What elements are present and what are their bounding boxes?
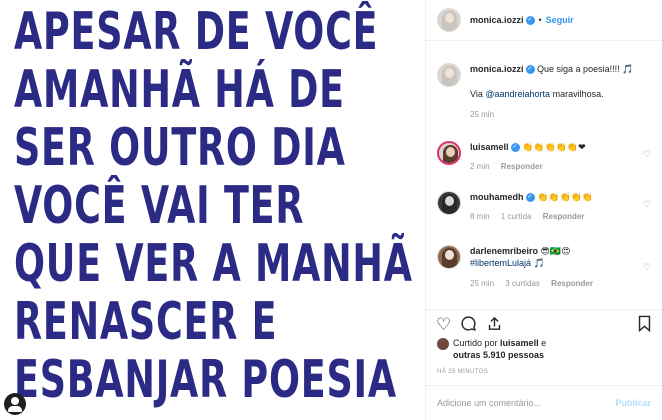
caption-mention[interactable]: @aandreiahorta — [485, 89, 550, 99]
likes-prefix: Curtido por — [453, 338, 498, 348]
follow-button[interactable]: Seguir — [546, 15, 574, 25]
likes-count[interactable]: outras 5.910 pessoas — [453, 350, 544, 360]
caption-text: Que siga a poesia!!!! 🎵 — [537, 64, 634, 74]
comment-like-heart-icon[interactable]: ♡ — [643, 149, 651, 160]
comment-likes-count[interactable]: 3 curtidas — [505, 279, 540, 288]
poem-line: RENASCER E — [14, 292, 278, 352]
poem-line: APESAR DE VOCÊ — [14, 2, 379, 62]
caption: monica.iozzi ✓ Que siga a poesia!!!! 🎵 Vi… — [437, 63, 651, 121]
comment-item: darlenemribeiro 😎🇧🇷😍 #libertemLulajá 🎵 2… — [437, 245, 651, 290]
verified-badge-icon: ✓ — [510, 143, 520, 153]
action-bar: ♡ — [426, 309, 662, 339]
tagged-user-icon[interactable] — [4, 393, 26, 415]
poem-line: SER OUTRO DIA — [14, 118, 346, 178]
reply-button[interactable]: Responder — [543, 212, 585, 221]
comments-section[interactable]: monica.iozzi ✓ Que siga a poesia!!!! 🎵 Vi… — [426, 41, 662, 306]
caption-username[interactable]: monica.iozzi — [470, 64, 524, 74]
comment-icon[interactable] — [460, 315, 477, 335]
comment-username[interactable]: darlenemribeiro — [470, 246, 538, 256]
caption-via-suffix: maravilhosa. — [552, 89, 604, 99]
author-avatar[interactable] — [437, 8, 461, 32]
verified-badge-icon: ✓ — [525, 193, 535, 203]
add-comment-bar: Publicar — [426, 385, 662, 420]
likes-middle: e — [541, 338, 547, 348]
comment-username[interactable]: luisamell — [470, 142, 509, 152]
comment-likes-count[interactable]: 1 curtida — [501, 212, 532, 221]
poem-line: VOCÊ VAI TER — [14, 176, 305, 236]
comment-time[interactable]: 8 min — [470, 212, 490, 221]
comment-text: 👏👏👏👏👏 — [537, 192, 594, 202]
caption-time[interactable]: 25 min — [470, 110, 494, 119]
comment-text: 😎🇧🇷😍 — [540, 246, 571, 256]
commenter-avatar[interactable] — [437, 191, 461, 215]
header-separator: • — [538, 15, 542, 25]
comment-input[interactable] — [437, 398, 616, 408]
author-avatar[interactable] — [437, 63, 461, 87]
post-sidebar: monica.iozzi ✓ • Seguir monica.iozzi ✓ Qu… — [425, 0, 662, 420]
comment-time[interactable]: 25 min — [470, 279, 494, 288]
caption-via: Via — [470, 89, 483, 99]
bookmark-icon[interactable] — [637, 315, 652, 335]
comment-time[interactable]: 2 min — [470, 162, 490, 171]
verified-badge-icon: ✓ — [525, 15, 535, 25]
liker-username[interactable]: luisamell — [500, 338, 539, 348]
reply-button[interactable]: Responder — [551, 279, 593, 288]
comment-item: mouhamedh ✓ 👏👏👏👏👏 8 min 1 curtida Respond… — [437, 191, 651, 223]
heart-icon[interactable]: ♡ — [436, 316, 451, 333]
commenter-avatar[interactable] — [437, 141, 461, 165]
post-image[interactable]: APESAR DE VOCÊ AMANHÃ HÁ DE SER OUTRO DI… — [0, 0, 425, 420]
comment-username[interactable]: mouhamedh — [470, 192, 524, 202]
publish-button[interactable]: Publicar — [615, 398, 651, 408]
poem-line: ESBANJAR POESIA — [14, 350, 397, 410]
comment-like-heart-icon[interactable]: ♡ — [643, 199, 651, 210]
reply-button[interactable]: Responder — [501, 162, 543, 171]
likes-summary: Curtido por luisamell e outras 5.910 pes… — [437, 337, 651, 361]
commenter-avatar[interactable] — [437, 245, 461, 269]
comment-item: luisamell ✓ 👏👏👏👏👏❤ 2 min Responder ♡ — [437, 141, 651, 173]
share-icon[interactable] — [486, 315, 503, 335]
verified-badge-icon: ✓ — [525, 65, 535, 75]
comment-like-heart-icon[interactable]: ♡ — [643, 262, 651, 273]
post-header: monica.iozzi ✓ • Seguir — [426, 0, 662, 41]
post-timestamp[interactable]: Há 25 minutos — [437, 369, 488, 375]
comment-text: 👏👏👏👏👏❤ — [522, 142, 586, 152]
poem-line: QUE VER A MANHÃ — [14, 234, 413, 294]
poem-line: AMANHÃ HÁ DE — [14, 60, 345, 120]
liker-avatar[interactable] — [437, 338, 449, 350]
comment-hashtag[interactable]: #libertemLulajá 🎵 — [470, 258, 545, 268]
author-username[interactable]: monica.iozzi — [470, 15, 524, 25]
